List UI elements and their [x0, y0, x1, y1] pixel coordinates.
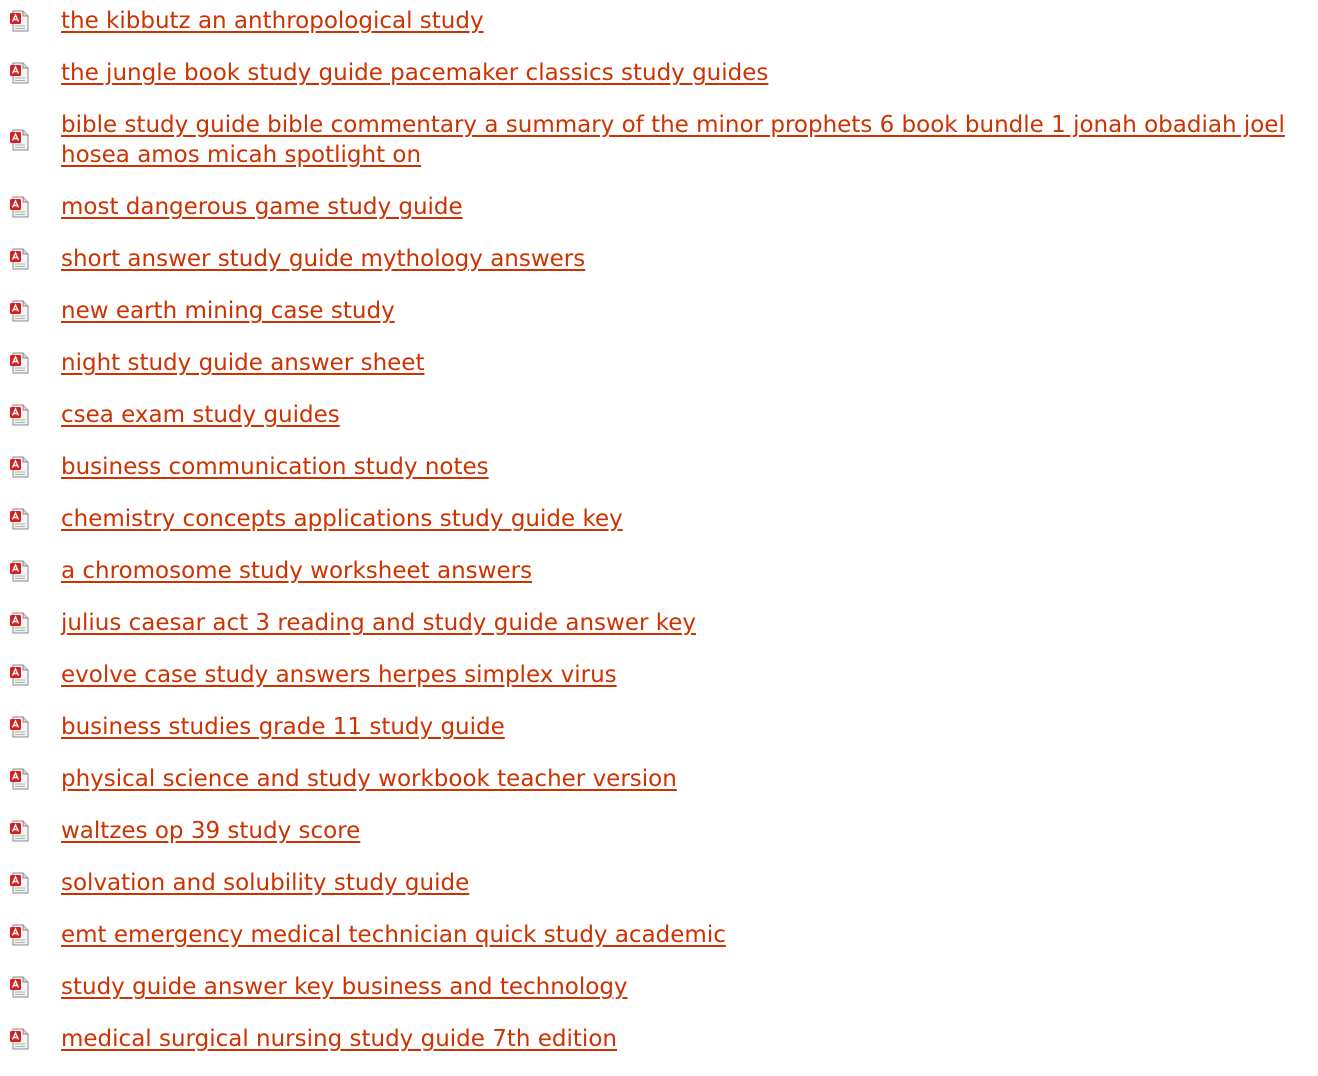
pdf-file-icon	[9, 248, 31, 270]
pdf-file-icon	[9, 129, 31, 151]
pdf-link[interactable]: waltzes op 39 study score	[61, 816, 360, 846]
pdf-link[interactable]: study guide answer key business and tech…	[61, 972, 628, 1002]
list-item: business communication study notes	[0, 452, 1318, 482]
pdf-file-icon	[9, 1028, 31, 1050]
list-item: csea exam study guides	[0, 400, 1318, 430]
pdf-link[interactable]: solvation and solubility study guide	[61, 868, 469, 898]
pdf-link[interactable]: night study guide answer sheet	[61, 348, 424, 378]
pdf-link[interactable]: evolve case study answers herpes simplex…	[61, 660, 617, 690]
list-item: the jungle book study guide pacemaker cl…	[0, 58, 1318, 88]
pdf-link[interactable]: emt emergency medical technician quick s…	[61, 920, 726, 950]
pdf-file-icon	[9, 352, 31, 374]
pdf-file-icon	[9, 560, 31, 582]
pdf-link[interactable]: most dangerous game study guide	[61, 192, 463, 222]
pdf-file-icon	[9, 10, 31, 32]
list-item: emt emergency medical technician quick s…	[0, 920, 1318, 950]
pdf-link[interactable]: new earth mining case study	[61, 296, 395, 326]
pdf-link[interactable]: business studies grade 11 study guide	[61, 712, 505, 742]
pdf-file-icon	[9, 976, 31, 998]
pdf-file-icon	[9, 196, 31, 218]
pdf-file-icon	[9, 62, 31, 84]
pdf-file-icon	[9, 872, 31, 894]
pdf-file-icon	[9, 716, 31, 738]
list-item: new earth mining case study	[0, 296, 1318, 326]
pdf-file-icon	[9, 924, 31, 946]
list-item: study guide answer key business and tech…	[0, 972, 1318, 1002]
pdf-file-icon	[9, 456, 31, 478]
pdf-link[interactable]: chemistry concepts applications study gu…	[61, 504, 623, 534]
list-item: physical science and study workbook teac…	[0, 764, 1318, 794]
pdf-link[interactable]: the jungle book study guide pacemaker cl…	[61, 58, 768, 88]
list-item: a chromosome study worksheet answers	[0, 556, 1318, 586]
pdf-file-icon	[9, 820, 31, 842]
list-item: bible study guide bible commentary a sum…	[0, 110, 1318, 170]
list-item: medical surgical nursing study guide 7th…	[0, 1024, 1318, 1054]
list-item: most dangerous game study guide	[0, 192, 1318, 222]
pdf-link[interactable]: short answer study guide mythology answe…	[61, 244, 585, 274]
pdf-link[interactable]: business communication study notes	[61, 452, 489, 482]
pdf-link[interactable]: the kibbutz an anthropological study	[61, 6, 484, 36]
pdf-link[interactable]: medical surgical nursing study guide 7th…	[61, 1024, 617, 1054]
list-item: solvation and solubility study guide	[0, 868, 1318, 898]
list-item: chemistry concepts applications study gu…	[0, 504, 1318, 534]
list-item: evolve case study answers herpes simplex…	[0, 660, 1318, 690]
pdf-link[interactable]: julius caesar act 3 reading and study gu…	[61, 608, 696, 638]
pdf-link[interactable]: physical science and study workbook teac…	[61, 764, 677, 794]
list-item: short answer study guide mythology answe…	[0, 244, 1318, 274]
list-item: julius caesar act 3 reading and study gu…	[0, 608, 1318, 638]
pdf-link[interactable]: bible study guide bible commentary a sum…	[61, 110, 1311, 170]
list-item: business studies grade 11 study guide	[0, 712, 1318, 742]
pdf-link[interactable]: csea exam study guides	[61, 400, 340, 430]
pdf-file-icon	[9, 404, 31, 426]
list-item: the kibbutz an anthropological study	[0, 6, 1318, 36]
list-item: waltzes op 39 study score	[0, 816, 1318, 846]
pdf-file-icon	[9, 664, 31, 686]
pdf-link-list: the kibbutz an anthropological study the…	[0, 6, 1318, 1076]
pdf-file-icon	[9, 508, 31, 530]
list-item: night study guide answer sheet	[0, 348, 1318, 378]
pdf-file-icon	[9, 300, 31, 322]
pdf-file-icon	[9, 768, 31, 790]
pdf-link[interactable]: a chromosome study worksheet answers	[61, 556, 532, 586]
pdf-file-icon	[9, 612, 31, 634]
